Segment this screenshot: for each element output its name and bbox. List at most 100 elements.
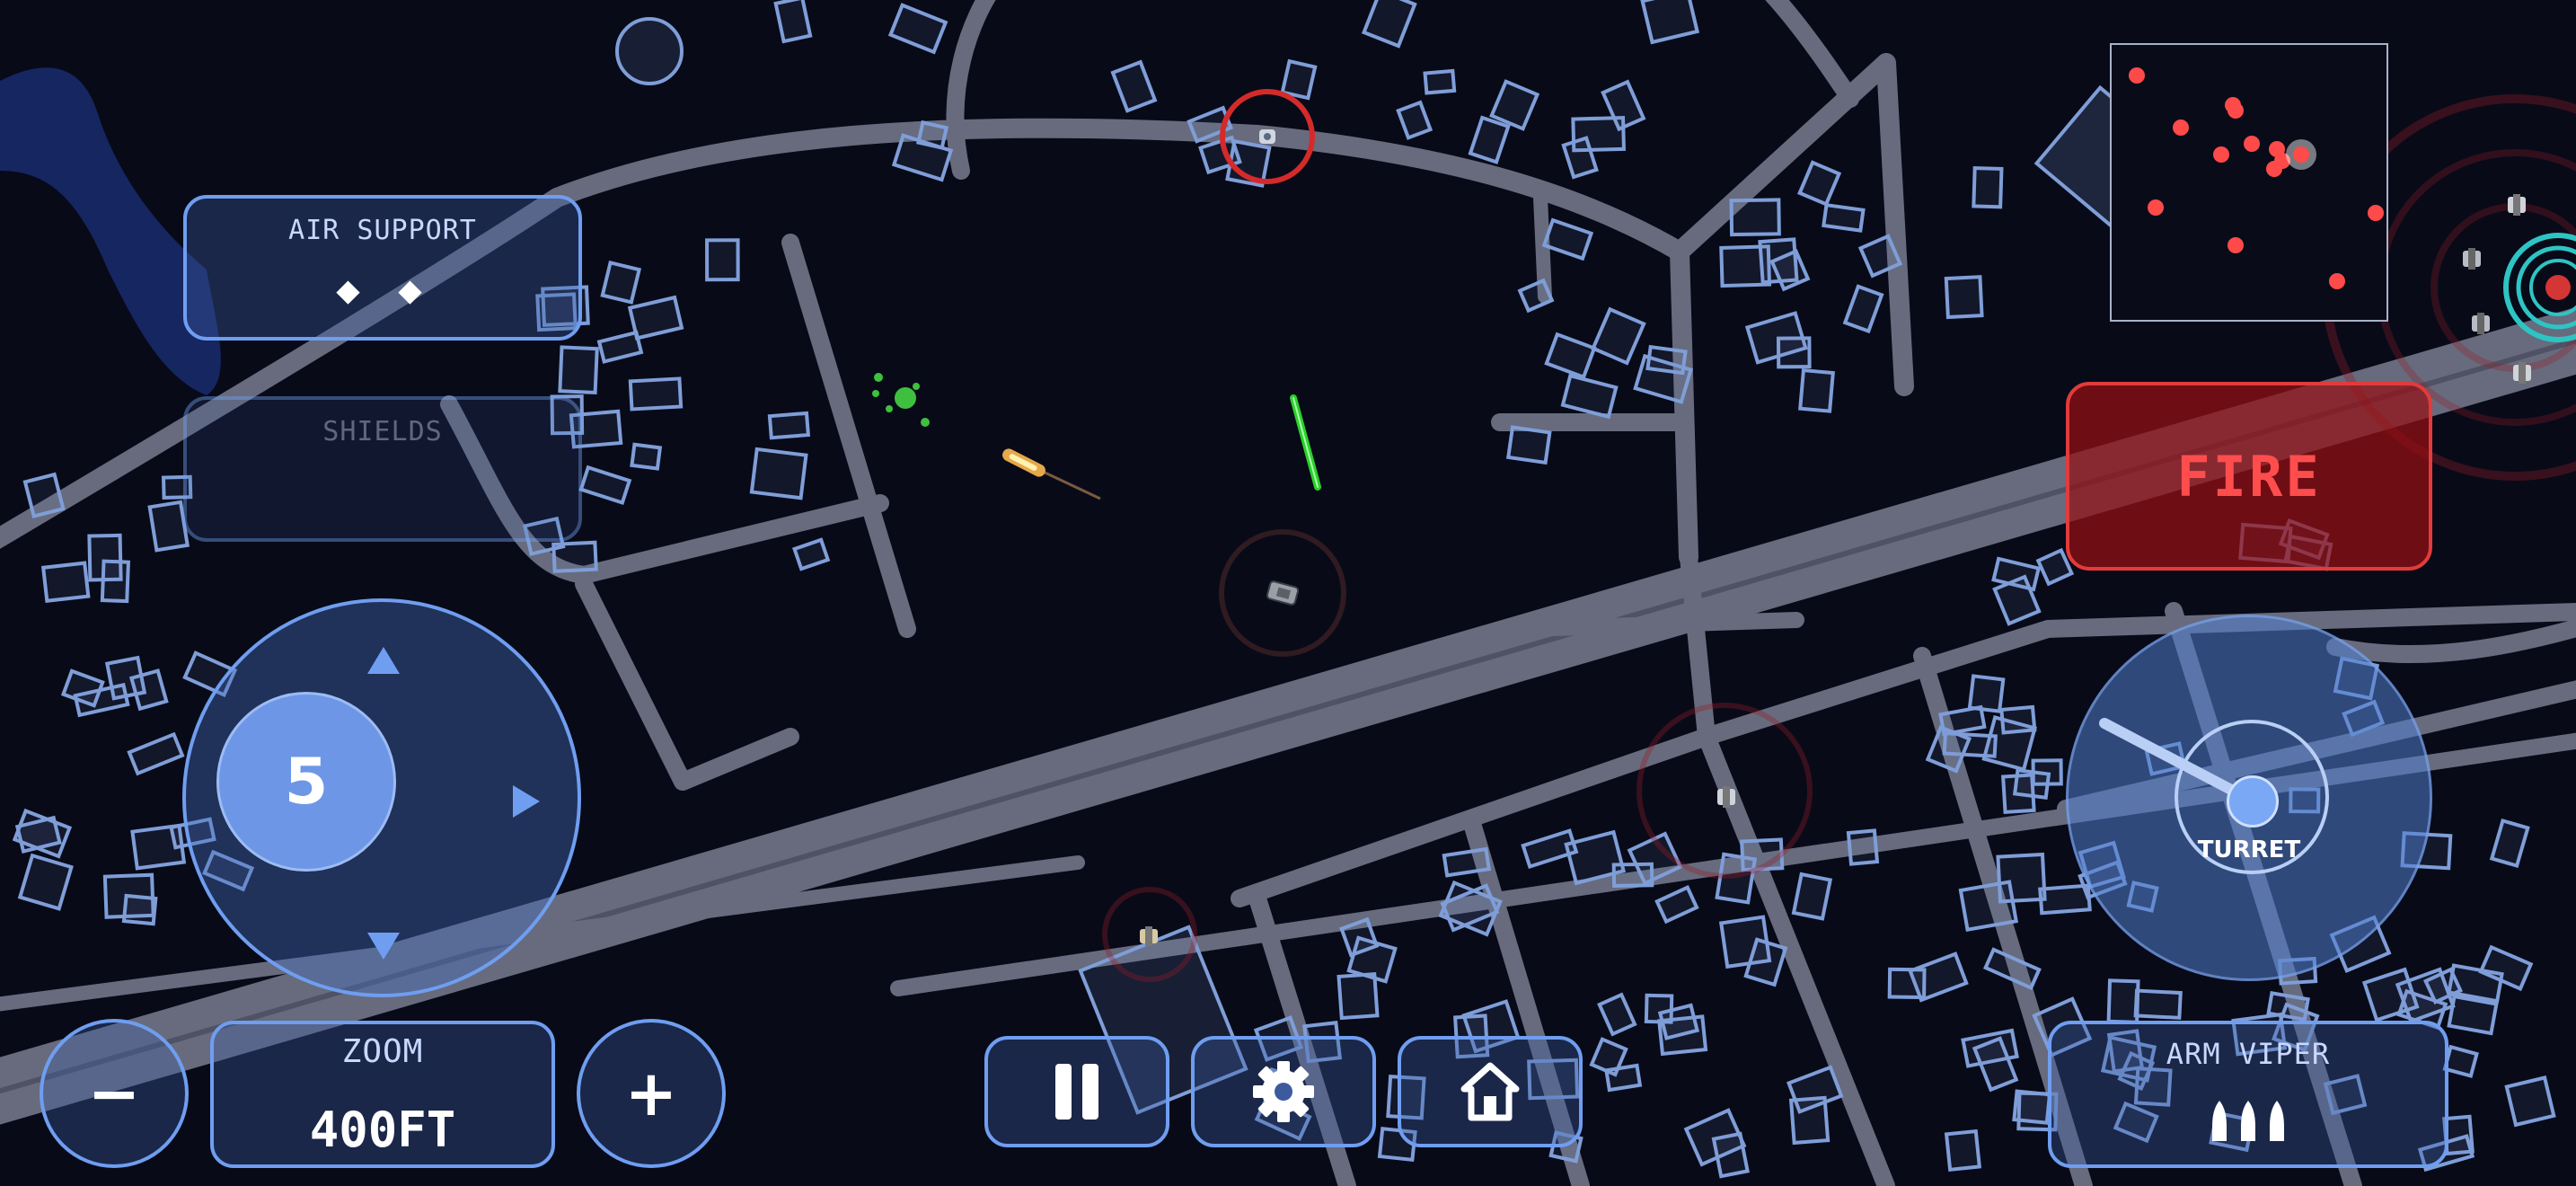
minus-icon: − xyxy=(87,1057,141,1130)
building xyxy=(1110,59,1158,113)
gear-icon xyxy=(1253,1061,1314,1122)
building xyxy=(767,411,811,440)
building xyxy=(630,442,663,471)
turret-knob[interactable] xyxy=(2227,775,2279,828)
building xyxy=(705,238,740,282)
home-icon xyxy=(1460,1062,1520,1121)
minimap-enemy-dot xyxy=(2265,160,2282,177)
building xyxy=(22,472,66,518)
building xyxy=(2489,818,2530,869)
building xyxy=(1442,846,1492,878)
fire-label: FIRE xyxy=(2176,443,2322,509)
building xyxy=(916,119,949,150)
joystick-knob[interactable]: 5 xyxy=(216,692,396,872)
building xyxy=(1967,674,2006,713)
zoom-display: ZOOM 400FT xyxy=(210,1021,555,1168)
pause-button[interactable] xyxy=(984,1036,1169,1147)
plus-icon: + xyxy=(624,1057,678,1130)
enemy-unit xyxy=(2463,248,2481,270)
fire-button[interactable]: FIRE xyxy=(2066,382,2432,571)
building xyxy=(1776,336,1812,369)
zoom-in-button[interactable]: + xyxy=(577,1019,726,1168)
building xyxy=(1468,115,1511,164)
building xyxy=(1521,828,1579,870)
building xyxy=(17,853,74,911)
building xyxy=(1505,425,1552,465)
home-button[interactable] xyxy=(1398,1036,1583,1147)
weapon-ammo xyxy=(2051,1100,2445,1143)
minimap-enemy-dot xyxy=(2128,66,2145,84)
rocket-icon xyxy=(2212,1101,2227,1141)
enemy-unit xyxy=(1717,786,1735,808)
building xyxy=(1423,68,1457,95)
zoom-value: 400FT xyxy=(309,1102,456,1158)
building xyxy=(1798,367,1835,413)
air-support-title: AIR SUPPORT xyxy=(288,215,477,246)
building xyxy=(1887,967,1927,1000)
speed-value: 5 xyxy=(284,745,329,819)
minimap-enemy-dot xyxy=(2244,136,2261,153)
shields-title: SHIELDS xyxy=(322,416,443,447)
building xyxy=(2447,994,2499,1036)
building xyxy=(1797,160,1842,207)
building xyxy=(1597,992,1637,1037)
minimap-enemy-dot xyxy=(2172,119,2189,136)
turret-joystick[interactable]: TURRET xyxy=(2066,615,2432,981)
building xyxy=(578,465,632,506)
minimap-enemy-dot xyxy=(2227,102,2244,119)
zoom-title: ZOOM xyxy=(341,1033,424,1070)
building xyxy=(1280,58,1318,101)
shields-button[interactable]: SHIELDS xyxy=(183,396,582,542)
arm-weapon-title: ARM VIPER xyxy=(2166,1037,2331,1071)
building xyxy=(121,893,158,926)
minimap-enemy-dot xyxy=(2213,146,2230,164)
building xyxy=(1640,0,1700,45)
building xyxy=(2504,1075,2556,1128)
building xyxy=(1644,993,1674,1024)
building xyxy=(1654,885,1699,925)
enemy-unit xyxy=(1259,129,1275,144)
pause-icon xyxy=(1055,1064,1098,1120)
building xyxy=(773,0,813,44)
building xyxy=(1846,828,1880,866)
enemy-unit xyxy=(1140,926,1158,946)
building xyxy=(1944,1128,1982,1172)
arrow-up-icon xyxy=(367,647,400,674)
minimap-enemy-dot xyxy=(2147,199,2164,216)
zoom-out-button[interactable]: − xyxy=(40,1019,189,1168)
building xyxy=(147,500,190,553)
air-support-button[interactable]: AIR SUPPORT ◆ ◆ xyxy=(183,195,582,341)
minimap-enemy-dot xyxy=(2367,204,2384,221)
arrow-down-icon xyxy=(367,933,400,960)
building xyxy=(1791,872,1833,921)
building xyxy=(887,3,948,55)
building xyxy=(1822,202,1866,233)
building xyxy=(749,447,808,500)
building xyxy=(1544,332,1597,380)
building xyxy=(1729,198,1781,237)
building xyxy=(1396,100,1434,140)
minimap xyxy=(2110,43,2388,322)
building xyxy=(1560,373,1619,420)
rocket-icon xyxy=(2270,1101,2284,1141)
building xyxy=(1541,217,1594,261)
building xyxy=(1999,704,2037,735)
building xyxy=(600,260,642,305)
air-support-charges: ◆ ◆ xyxy=(336,267,429,313)
enemy-unit xyxy=(2513,362,2531,384)
missile xyxy=(1002,448,1045,477)
building xyxy=(628,376,684,412)
building xyxy=(1361,0,1417,49)
movement-joystick[interactable]: 5 xyxy=(182,598,581,997)
building xyxy=(1842,284,1884,334)
building xyxy=(2012,768,2051,800)
settings-button[interactable] xyxy=(1191,1036,1376,1147)
arm-weapon-button[interactable]: ARM VIPER xyxy=(2048,1021,2448,1168)
building xyxy=(2442,1044,2479,1078)
building xyxy=(558,345,599,395)
rocket-icon xyxy=(2241,1101,2255,1141)
building xyxy=(1517,278,1555,314)
building xyxy=(1944,275,1984,320)
building xyxy=(1996,852,2047,904)
turret-label: TURRET xyxy=(2197,836,2301,863)
